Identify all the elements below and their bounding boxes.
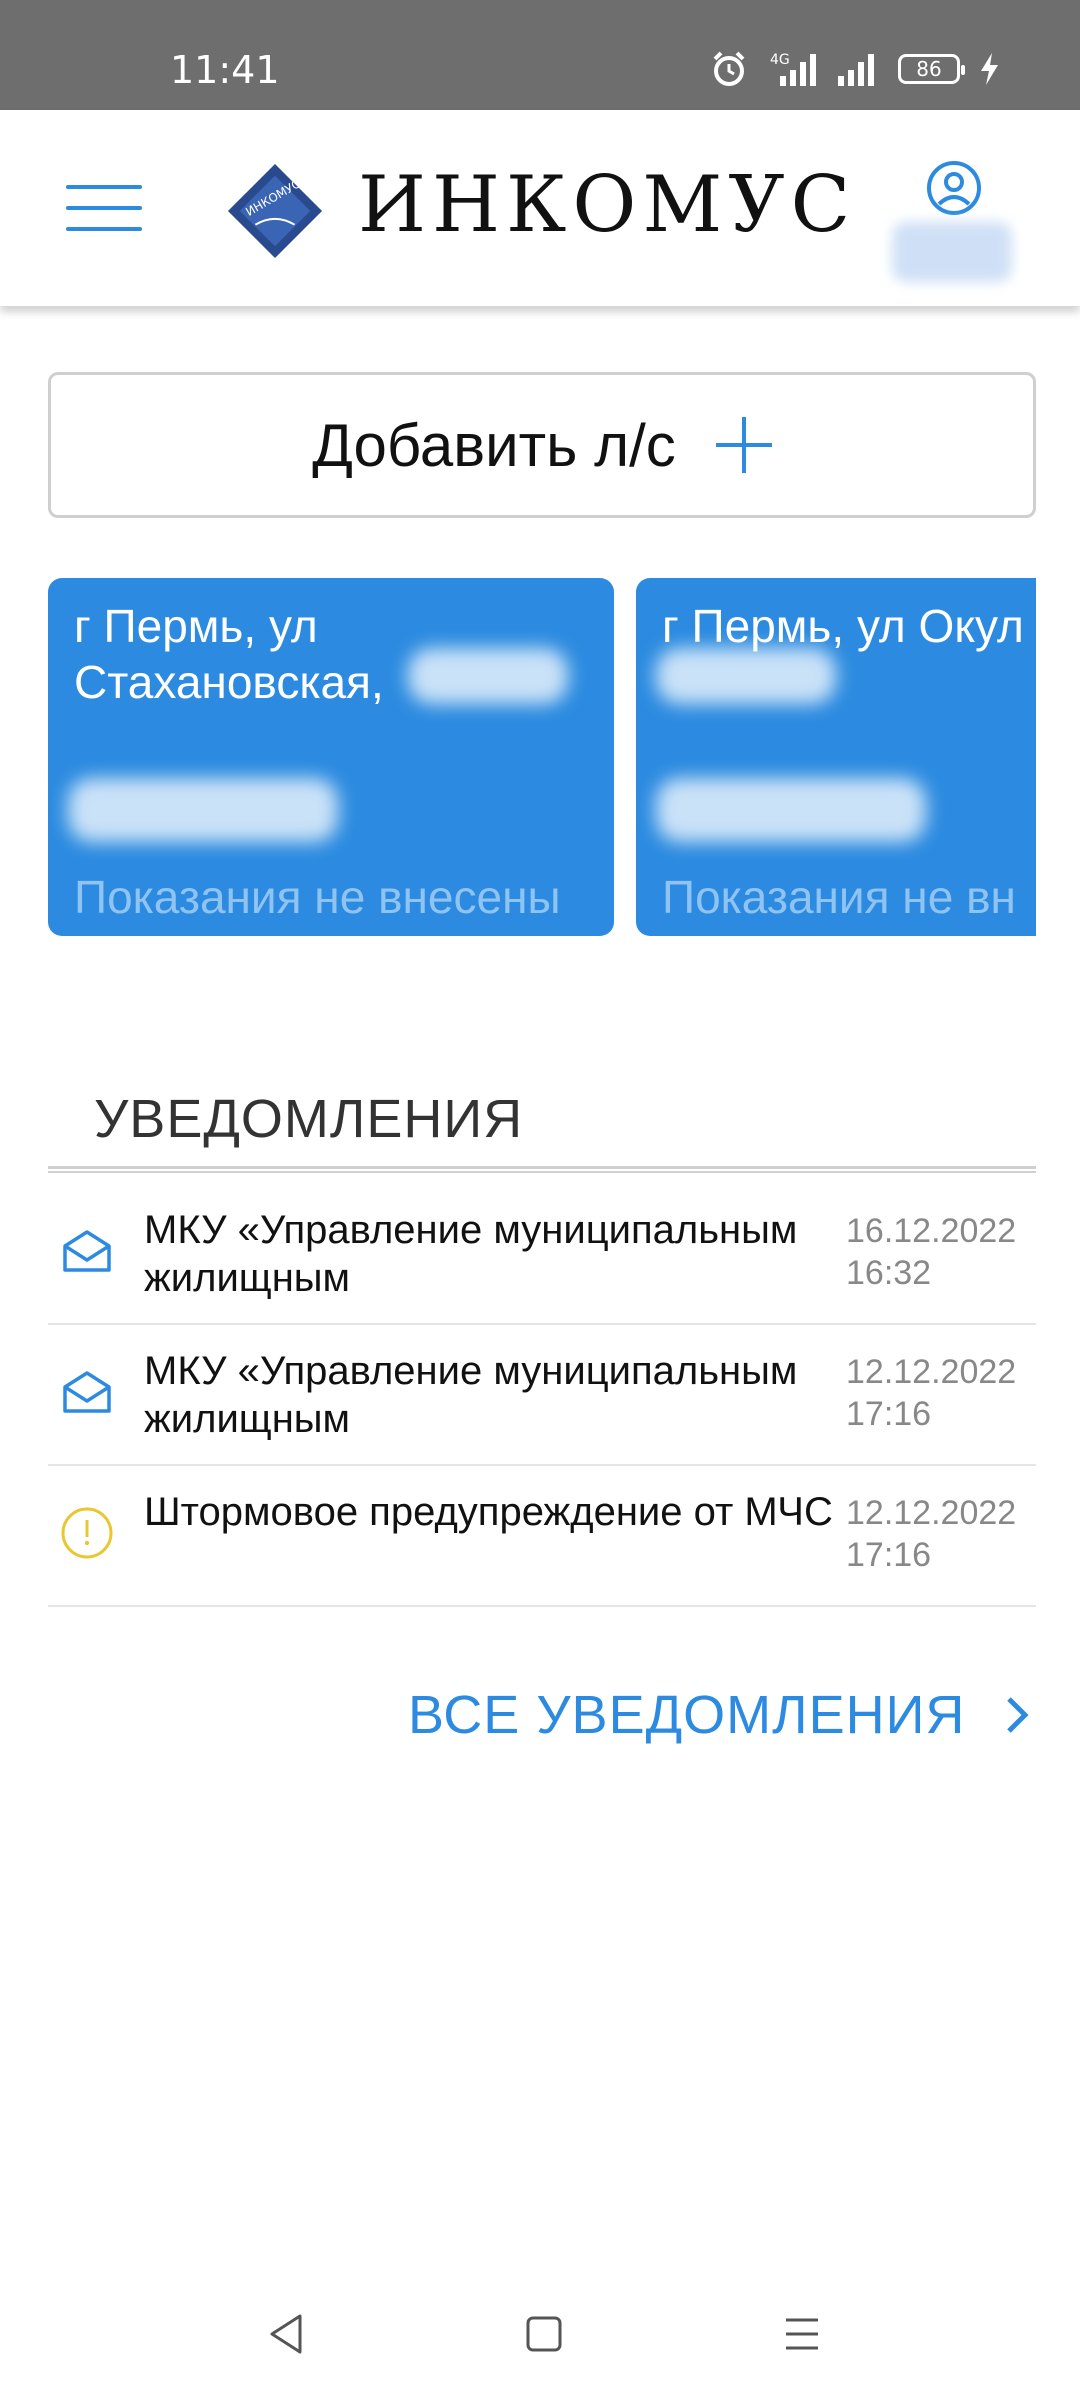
system-nav-bar <box>0 2270 1080 2400</box>
signal-icon: 4G <box>770 52 816 86</box>
app-bar: ИНКОМУС ИНКОМУС <box>0 110 1080 306</box>
plus-icon <box>715 417 772 473</box>
all-notifications-label: ВСЕ УВЕДОМЛЕНИЯ <box>408 1685 966 1745</box>
notification-item[interactable]: МКУ «Управление муниципальным жилищным 1… <box>48 1184 1036 1325</box>
all-notifications-link[interactable]: ВСЕ УВЕДОМЛЕНИЯ <box>408 1684 1033 1746</box>
redacted-account-number <box>68 778 338 842</box>
battery-level: 86 <box>916 57 942 81</box>
back-icon[interactable] <box>266 2312 306 2356</box>
account-card[interactable]: г Пермь, ул Окул Показания не вн <box>636 578 1036 936</box>
notification-text: МКУ «Управление муниципальным жилищным <box>144 1208 798 1300</box>
notifications-title: УВЕДОМЛЕНИЯ <box>94 1089 524 1149</box>
redacted-address <box>408 648 568 704</box>
account-card[interactable]: г Пермь, ул Стахановская, Показания не в… <box>48 578 614 936</box>
home-icon[interactable] <box>524 2312 564 2356</box>
add-account-label: Добавить л/с <box>312 411 676 479</box>
menu-button[interactable] <box>66 185 142 231</box>
battery-icon: 86 <box>898 54 965 84</box>
status-time: 11:41 <box>170 48 280 92</box>
account-address: г Пермь, ул Окул <box>662 600 1024 652</box>
account-status: Показания не вн <box>662 871 1016 923</box>
notification-timestamp: 16.12.2022 16:32 <box>846 1210 1036 1294</box>
notification-item[interactable]: МКУ «Управление муниципальным жилищным 1… <box>48 1325 1036 1466</box>
notification-timestamp: 12.12.2022 17:16 <box>846 1351 1036 1435</box>
chevron-right-icon <box>1007 1697 1029 1733</box>
notification-time: 17:16 <box>846 1395 932 1433</box>
notifications-list: МКУ «Управление муниципальным жилищным 1… <box>48 1184 1036 1607</box>
envelope-open-icon <box>63 1230 111 1272</box>
redacted-account-number <box>656 778 926 842</box>
alarm-icon <box>713 51 745 86</box>
add-account-button[interactable]: Добавить л/с <box>48 372 1036 518</box>
profile-icon[interactable] <box>926 160 982 216</box>
accounts-carousel[interactable]: г Пермь, ул Стахановская, Показания не в… <box>48 578 1036 938</box>
notification-date: 12.12.2022 <box>846 1353 1017 1391</box>
charging-icon <box>981 53 998 85</box>
signal-icon <box>838 54 874 86</box>
network-label: 4G <box>770 52 790 68</box>
account-status: Показания не внесены <box>74 871 561 923</box>
profile-name-redacted[interactable] <box>892 222 1012 282</box>
notification-time: 16:32 <box>846 1254 932 1292</box>
envelope-open-icon <box>63 1371 111 1413</box>
status-icons: 4G 86 <box>710 50 1000 88</box>
notification-text: МКУ «Управление муниципальным жилищным <box>144 1349 798 1441</box>
status-bar: 11:41 4G 86 <box>0 0 1080 110</box>
notification-date: 12.12.2022 <box>846 1494 1017 1532</box>
notification-item[interactable]: Штормовое предупреждение от МЧС 12.12.20… <box>48 1466 1036 1607</box>
warning-icon <box>61 1507 113 1559</box>
notification-date: 16.12.2022 <box>846 1212 1017 1250</box>
notifications-divider <box>48 1166 1036 1173</box>
logo: ИНКОМУС <box>227 163 323 259</box>
notification-time: 17:16 <box>846 1536 932 1574</box>
notification-text: Штормовое предупреждение от МЧС <box>144 1490 833 1534</box>
redacted-address <box>656 648 836 704</box>
recents-icon[interactable] <box>782 2312 822 2356</box>
brand-title: ИНКОМУС <box>358 160 857 250</box>
notification-timestamp: 12.12.2022 17:16 <box>846 1492 1036 1576</box>
